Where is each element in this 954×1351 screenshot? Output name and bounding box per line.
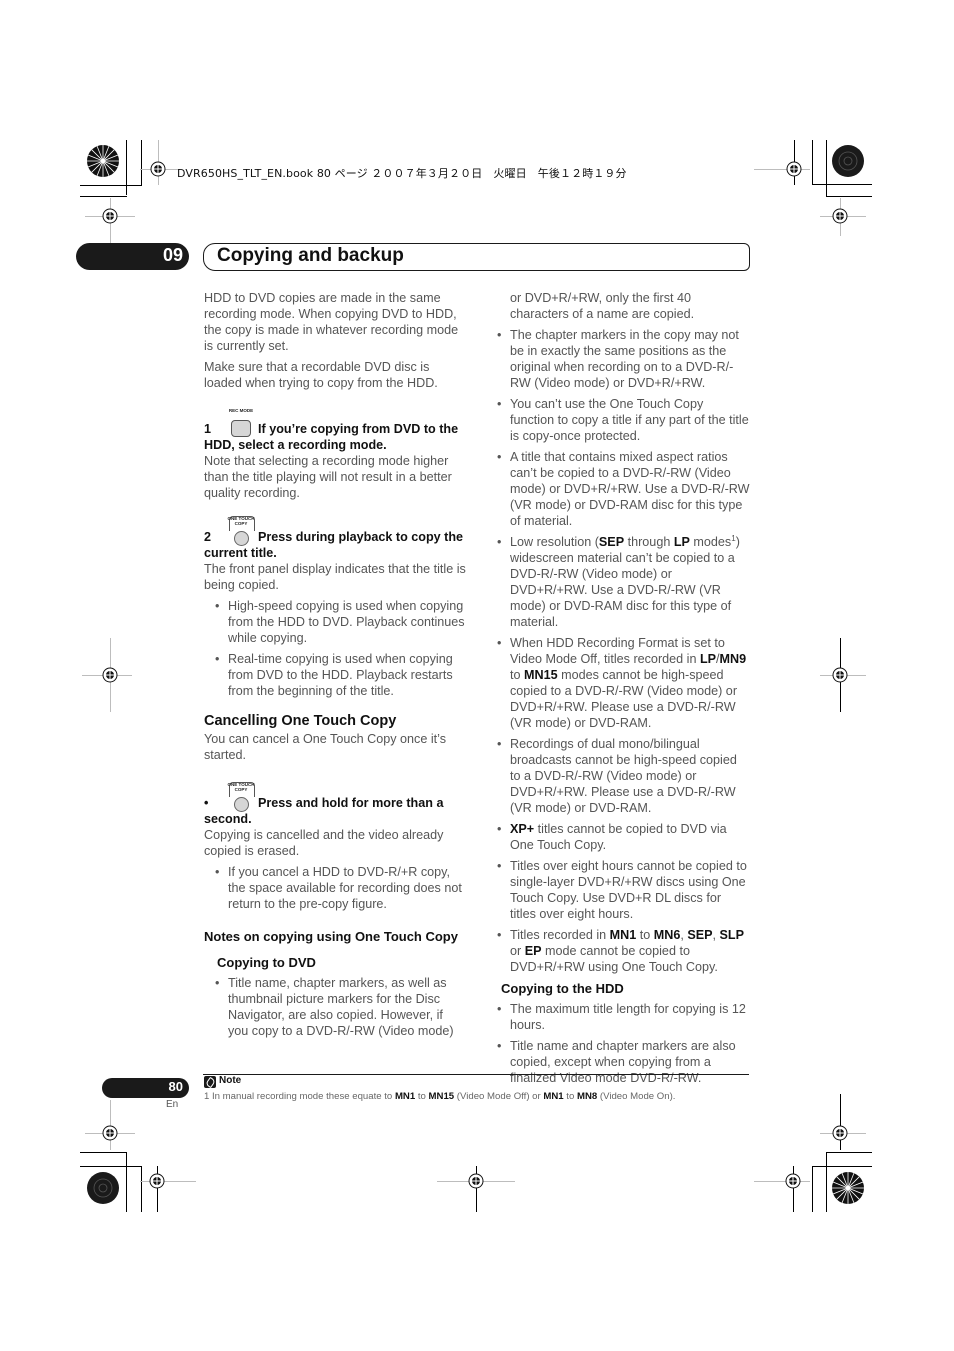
starburst-calibration-icon: [86, 144, 120, 178]
left-column: HDD to DVD copies are made in the same r…: [204, 290, 466, 1044]
list-item: Low resolution (SEP through LP modes1) w…: [496, 534, 750, 630]
list-item: Titles over eight hours cannot be copied…: [496, 858, 750, 922]
page-tab: 80: [102, 1078, 189, 1098]
list-item: Recordings of dual mono/bilingual broadc…: [496, 736, 750, 816]
registration-target-icon: [832, 667, 848, 683]
chapter-title: Copying and backup: [217, 245, 404, 266]
registration-target-icon: [468, 1173, 484, 1189]
note-label: Note: [219, 1075, 242, 1086]
note-pencil-icon: [204, 1076, 216, 1088]
cancel-step: • ONE TOUCH COPY Press and hold for more t…: [204, 782, 444, 826]
step-body: Copying is cancelled and the video alrea…: [204, 828, 444, 858]
registration-target-icon: [149, 1173, 165, 1189]
page-language: En: [166, 1099, 179, 1110]
step-body: The front panel display indicates that t…: [204, 562, 466, 592]
list-item: When HDD Recording Format is set to Vide…: [496, 635, 750, 731]
subsection-heading: Copying to DVD: [217, 955, 316, 970]
notes-heading: Notes on copying using One Touch Copy: [204, 929, 458, 944]
list-item: XP+ titles cannot be copied to DVD via O…: [496, 821, 750, 853]
step-1: 1 REC MODE If you’re copying from DVD to t…: [204, 408, 466, 453]
registration-target-icon: [102, 1125, 118, 1141]
registration-target-icon: [832, 1125, 848, 1141]
chapter-tab: 09: [76, 243, 189, 270]
chapter-number: 09: [162, 245, 183, 265]
list-item: You can’t use the One Touch Copy functio…: [496, 396, 750, 444]
section-heading: Cancelling One Touch Copy: [204, 713, 397, 729]
intro-paragraph: HDD to DVD copies are made in the same r…: [204, 291, 459, 353]
list-item: If you cancel a HDD to DVD-R/+R copy, th…: [214, 864, 466, 912]
print-header: DVR650HS_TLT_EN.book 80 ページ ２００７年３月２０日 火…: [177, 167, 627, 180]
registration-target-icon: [102, 667, 118, 683]
list-item: Title name and chapter markers are also …: [496, 1038, 750, 1086]
registration-target-icon: [786, 161, 802, 177]
rec-mode-button-icon: REC MODE: [228, 408, 253, 437]
one-touch-copy-button-icon: ONE TOUCH COPY: [228, 516, 255, 546]
step-body: Note that selecting a recording mode hig…: [204, 454, 452, 500]
list-item: The maximum title length for copying is …: [496, 1001, 750, 1033]
section-intro: You can cancel a One Touch Copy once it’…: [204, 732, 447, 762]
starburst-calibration-icon: [86, 1171, 120, 1205]
step-number: 2: [204, 530, 212, 544]
list-item: Real-time copying is used when copying f…: [214, 651, 466, 699]
list-item: High-speed copying is used when copying …: [214, 598, 466, 646]
list-item: The chapter markers in the copy may not …: [496, 327, 750, 391]
note-divider: [203, 1074, 749, 1075]
registration-target-icon: [102, 208, 118, 224]
subsection-heading: Copying to the HDD: [501, 981, 624, 996]
starburst-calibration-icon: [831, 144, 865, 178]
list-item: Titles recorded in MN1 to MN6, SEP, SLP …: [496, 927, 750, 975]
right-column: or DVD+R/+RW, only the first 40 characte…: [496, 290, 750, 1091]
starburst-calibration-icon: [831, 1171, 865, 1205]
page-number: 80: [168, 1079, 183, 1094]
continuation-text: or DVD+R/+RW, only the first 40 characte…: [510, 291, 695, 321]
step-2: 2 ONE TOUCH COPY Press during playback to …: [204, 516, 466, 561]
one-touch-copy-button-icon: ONE TOUCH COPY: [228, 782, 255, 812]
list-item: A title that contains mixed aspect ratio…: [496, 449, 750, 529]
registration-target-icon: [832, 208, 848, 224]
step-number: 1: [204, 422, 212, 436]
intro-paragraph: Make sure that a recordable DVD disc is …: [204, 360, 438, 390]
registration-target-icon: [150, 161, 166, 177]
registration-target-icon: [785, 1173, 801, 1189]
chapter-title-box: Copying and backup: [203, 243, 750, 271]
footnote: 1 In manual recording mode these equate …: [204, 1091, 676, 1102]
list-item: Title name, chapter markers, as well as …: [214, 975, 466, 1039]
